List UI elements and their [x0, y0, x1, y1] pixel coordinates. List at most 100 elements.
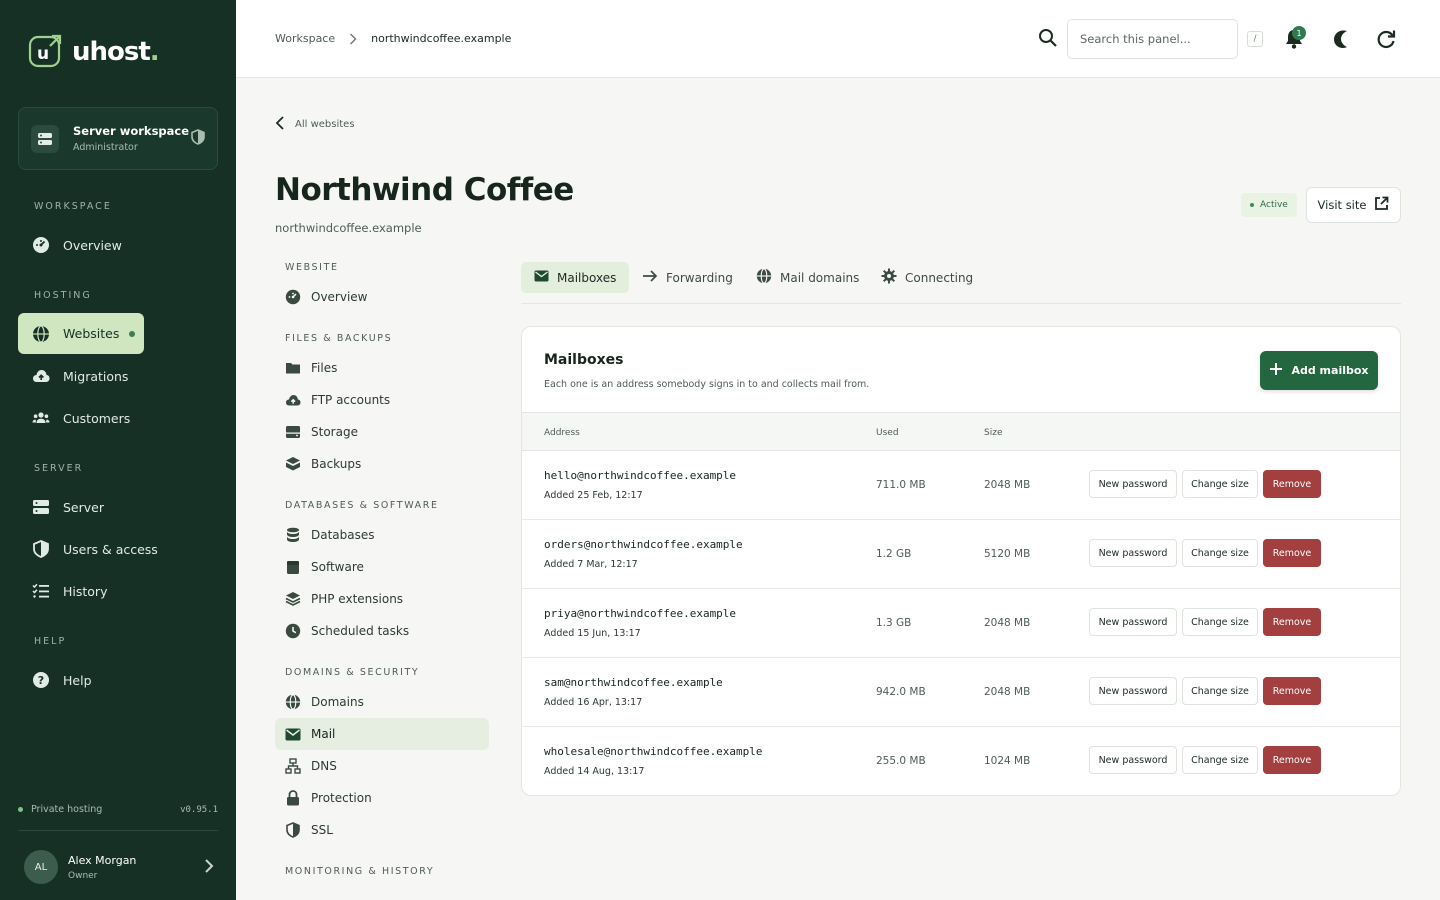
arrow-right-icon — [642, 270, 658, 285]
mailbox-added: Added 16 Apr, 13:17 — [544, 697, 643, 708]
subnav-section-files: FILES & BACKUPS — [285, 333, 393, 344]
sidebar-item-server[interactable]: Server — [18, 490, 218, 524]
sidebar-item-users-access[interactable]: Users & access — [18, 532, 218, 566]
topbar: Workspace northwindcoffee.example / 1 — [236, 0, 1440, 78]
search-icon[interactable] — [1038, 28, 1058, 51]
mailbox-address: sam@northwindcoffee.example — [544, 676, 723, 689]
change-size-button[interactable]: Change size — [1182, 746, 1258, 774]
remove-button[interactable]: Remove — [1263, 470, 1321, 498]
table-row: orders@northwindcoffee.example Added 7 M… — [522, 520, 1400, 589]
remove-button[interactable]: Remove — [1263, 677, 1321, 705]
new-password-button[interactable]: New password — [1089, 746, 1177, 774]
subnav-item-backups[interactable]: Backups — [275, 448, 489, 480]
breadcrumb-workspace[interactable]: Workspace — [275, 32, 335, 45]
mail-icon — [534, 270, 549, 285]
remove-button[interactable]: Remove — [1263, 746, 1321, 774]
change-size-button[interactable]: Change size — [1182, 470, 1258, 498]
breadcrumb: Workspace northwindcoffee.example — [275, 32, 511, 45]
mailbox-address: orders@northwindcoffee.example — [544, 538, 743, 551]
moon-icon[interactable] — [1329, 28, 1351, 53]
server-icon — [31, 124, 59, 153]
tab-forwarding[interactable]: Forwarding — [629, 262, 746, 293]
subnav-section-website: WEBSITE — [285, 262, 339, 273]
folder-icon — [285, 361, 301, 375]
remove-button[interactable]: Remove — [1263, 539, 1321, 567]
mail-tabs: Mailboxes Forwarding Mail domains Connec… — [521, 262, 1401, 304]
brand-logo[interactable]: u uhost. — [28, 34, 160, 70]
subnav-item-files[interactable]: Files — [275, 352, 489, 384]
search-input[interactable] — [1067, 19, 1238, 59]
workspace-switcher[interactable]: Server workspace Administrator — [18, 107, 218, 170]
mailbox-size: 2048 MB — [984, 686, 1031, 698]
server-icon — [32, 499, 50, 515]
tab-mail-domains[interactable]: Mail domains — [743, 262, 872, 293]
avatar: AL — [24, 850, 58, 884]
hosting-status: Private hosting — [31, 804, 103, 815]
shield-icon — [285, 822, 301, 838]
user-name: Alex Morgan — [68, 853, 137, 867]
remove-button[interactable]: Remove — [1263, 608, 1321, 636]
tab-mailboxes[interactable]: Mailboxes — [521, 262, 630, 293]
sidebar-item-overview[interactable]: Overview — [18, 228, 218, 262]
external-link-icon — [1374, 196, 1389, 214]
subnav-item-ftp-accounts[interactable]: FTP accounts — [275, 384, 489, 416]
subnav-item-protection[interactable]: Protection — [275, 782, 489, 814]
sidebar-item-customers[interactable]: Customers — [18, 401, 218, 435]
shield-icon — [191, 129, 205, 148]
mailbox-address: hello@northwindcoffee.example — [544, 469, 737, 482]
back-to-websites-link[interactable]: All websites — [275, 115, 355, 134]
table-row: hello@northwindcoffee.example Added 25 F… — [522, 451, 1400, 520]
network-icon — [285, 758, 301, 774]
subnav-item-databases[interactable]: Databases — [275, 519, 489, 551]
sidebar-item-history[interactable]: History — [18, 574, 218, 608]
change-size-button[interactable]: Change size — [1182, 608, 1258, 636]
mailbox-added: Added 15 Jun, 13:17 — [544, 628, 641, 639]
new-password-button[interactable]: New password — [1089, 470, 1177, 498]
dashboard-icon — [32, 236, 50, 254]
mailbox-used: 711.0 MB — [876, 479, 926, 491]
lock-icon — [285, 790, 301, 806]
mailbox-size: 2048 MB — [984, 617, 1031, 629]
user-menu[interactable]: AL Alex Morgan Owner — [24, 850, 214, 884]
new-password-button[interactable]: New password — [1089, 608, 1177, 636]
subnav-item-mail[interactable]: Mail — [275, 718, 489, 750]
mailbox-size: 1024 MB — [984, 755, 1031, 767]
mailbox-used: 942.0 MB — [876, 686, 926, 698]
gear-icon — [881, 268, 897, 287]
change-size-button[interactable]: Change size — [1182, 677, 1258, 705]
subnav-item-scheduled-tasks[interactable]: Scheduled tasks — [275, 615, 489, 647]
clock-icon — [285, 623, 301, 639]
sidebar-footer: Private hosting v0.95.1 — [18, 804, 218, 815]
brand-name: uhost — [72, 37, 151, 67]
subnav-item-dns[interactable]: DNS — [275, 750, 489, 782]
mail-icon — [285, 728, 301, 741]
change-size-button[interactable]: Change size — [1182, 539, 1258, 567]
nav-section-help: HELP — [34, 636, 67, 647]
new-password-button[interactable]: New password — [1089, 677, 1177, 705]
new-password-button[interactable]: New password — [1089, 539, 1177, 567]
breadcrumb-current: northwindcoffee.example — [371, 32, 512, 45]
nav-section-server: SERVER — [34, 463, 84, 474]
shield-icon — [32, 540, 50, 558]
layers-icon — [285, 591, 301, 607]
subnav-item-overview[interactable]: Overview — [275, 281, 489, 313]
mailboxes-description: Each one is an address somebody signs in… — [544, 379, 870, 390]
sidebar-item-migrations[interactable]: Migrations — [18, 359, 218, 393]
subnav-item-php-extensions[interactable]: PHP extensions — [275, 583, 489, 615]
dashboard-icon — [285, 289, 301, 305]
table-row: sam@northwindcoffee.example Added 16 Apr… — [522, 658, 1400, 727]
subnav-item-software[interactable]: Software — [275, 551, 489, 583]
subnav-item-storage[interactable]: Storage — [275, 416, 489, 448]
notification-badge: 1 — [1292, 26, 1306, 40]
add-mailbox-button[interactable]: Add mailbox — [1260, 351, 1378, 390]
chevron-right-icon — [204, 858, 214, 877]
tab-connecting[interactable]: Connecting — [868, 262, 986, 293]
subnav-section-databases: DATABASES & SOFTWARE — [285, 500, 439, 511]
refresh-icon[interactable] — [1375, 28, 1397, 53]
subnav-item-domains[interactable]: Domains — [275, 686, 489, 718]
status-dot — [18, 807, 23, 812]
visit-site-button[interactable]: Visit site — [1306, 187, 1401, 223]
sidebar-item-help[interactable]: ? Help — [18, 663, 218, 697]
subnav-item-ssl[interactable]: SSL — [275, 814, 489, 846]
sidebar-item-websites[interactable]: Websites — [18, 313, 144, 354]
